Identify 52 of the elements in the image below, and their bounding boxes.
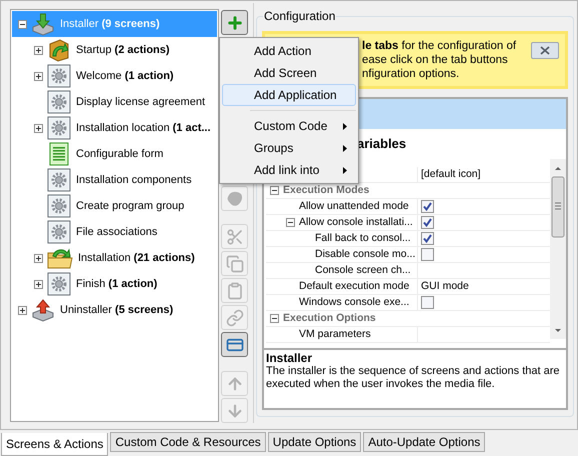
property-value: GUI mode [421, 278, 469, 294]
group-title: Configuration [263, 8, 336, 25]
menu-item[interactable]: Add Application [222, 84, 356, 106]
tree-item-label: Welcome (1 action) [76, 68, 174, 84]
tree-row[interactable]: Installation (21 actions) [12, 245, 217, 271]
tree-row[interactable]: File associations [12, 219, 217, 245]
description-title: Installer [266, 352, 314, 365]
tree-item-label: Installation (21 actions) [78, 250, 195, 266]
tree-item-label: Configurable form [76, 146, 164, 162]
property-label: Disable console mo... [315, 246, 416, 262]
tree-item-label: Finish (1 action) [76, 276, 158, 292]
menu-item[interactable]: Groups [222, 137, 356, 159]
banner-text: le tabs for the configuration of [362, 39, 516, 53]
tree-row[interactable]: Startup (2 actions) [12, 37, 217, 63]
tree-item-label: File associations [76, 224, 158, 240]
tree-row[interactable]: Configurable form [12, 141, 217, 167]
tree-item-label: Uninstaller (5 screens) [60, 302, 174, 318]
property-label: Allow console installati... [299, 214, 413, 230]
tree-item-label: Display license agreement [76, 94, 206, 110]
description-text: The installer is the sequence of screens and actions that are executed when the user invokes the media file. [266, 365, 561, 391]
property-value: [default icon] [421, 166, 481, 182]
tree-row[interactable]: Finish (1 action) [12, 271, 217, 297]
property-label: Allow unattended mode [299, 198, 409, 214]
tab[interactable]: Update Options [268, 432, 362, 452]
tree-row[interactable]: Welcome (1 action) [12, 63, 217, 89]
banner-text: nfiguration options. [362, 67, 460, 81]
menu-item[interactable]: Custom Code [222, 115, 356, 137]
property-label: Default execution mode [299, 278, 410, 294]
section-title: ariables [357, 135, 406, 154]
menu-item[interactable]: Add link into [222, 159, 356, 181]
tree-item-label: Startup (2 actions) [76, 42, 170, 58]
tree-row[interactable]: Display license agreement [12, 89, 217, 115]
property-label: Console screen ch... [315, 262, 411, 278]
menu-item[interactable]: Add Screen [222, 62, 356, 84]
tree-row[interactable]: Installation location (1 act... [12, 115, 217, 141]
menu-item[interactable]: Add Action [222, 40, 356, 62]
tree-item-label: Installation location (1 act... [76, 120, 211, 136]
tree-row[interactable]: Installation components [12, 167, 217, 193]
tree-row[interactable]: Uninstaller (5 screens) [12, 297, 217, 323]
tab[interactable]: Screens & Actions [1, 433, 108, 456]
tree-item-label: Create program group [76, 198, 184, 214]
tree-item-label: Installation components [76, 172, 192, 188]
property-label: Fall back to consol... [315, 230, 411, 246]
tab[interactable]: Auto-Update Options [363, 432, 486, 452]
tree-item-label: Installer (9 screens) [60, 16, 160, 32]
section-heading: Execution Modes [283, 182, 370, 198]
section-heading: Execution Options [283, 310, 376, 326]
property-label: VM parameters [299, 326, 371, 342]
property-label: Windows console exe... [299, 294, 410, 310]
banner-text: ease click on the tab buttons [362, 53, 509, 67]
tree-row[interactable]: Create program group [12, 193, 217, 219]
tab[interactable]: Custom Code & Resources [110, 432, 266, 452]
